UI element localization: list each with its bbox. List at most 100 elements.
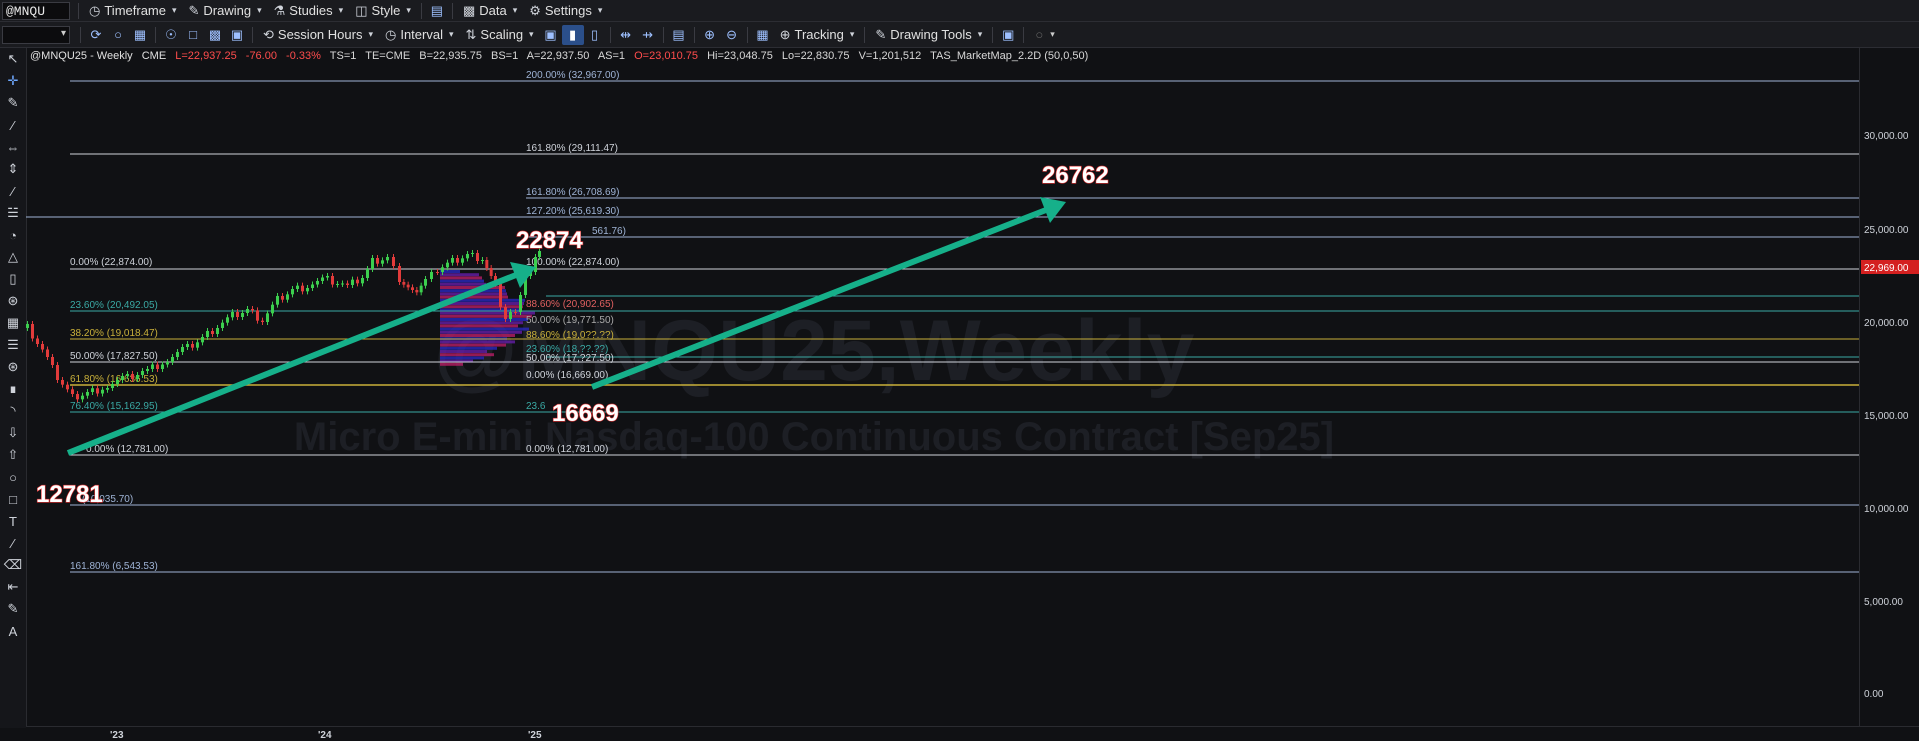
grid-icon[interactable]: ▦ [0, 312, 26, 334]
triangle-icon[interactable]: △ [0, 246, 26, 268]
chat-icon[interactable]: ○ [1028, 25, 1050, 45]
toolbar-separator [662, 26, 664, 43]
info-study: TAS_MarketMap_2.2D (50,0,50) [930, 50, 1089, 62]
candle-body [66, 384, 69, 390]
interval-button[interactable]: ◷ Interval ▾ [379, 25, 460, 45]
rectangle-icon[interactable]: □ [0, 488, 26, 510]
fib-label-0-bottom-right: 0.00% (12,781.00) [526, 444, 608, 455]
price-axis[interactable]: 30,000.00 25,000.00 20,000.00 15,000.00 … [1859, 48, 1919, 726]
spiral-icon[interactable]: ⊛ [0, 356, 26, 378]
session-hours-button[interactable]: ⟲ Session Hours ▾ [257, 25, 379, 45]
tracking-button[interactable]: ⊕ Tracking ▾ [774, 25, 861, 45]
pen-icon[interactable]: ✎ [0, 598, 26, 620]
symbol-input[interactable]: @MNQU [2, 1, 70, 20]
scaling-button[interactable]: ⇅ Scaling ▾ [460, 25, 540, 45]
volume-profile-bar [440, 273, 479, 277]
fib-label-38: 38.20% (19,018.47) [70, 328, 158, 339]
pitchfork-icon[interactable]: ∎ [0, 378, 26, 400]
candle-body [126, 374, 129, 376]
ruler-icon[interactable]: ∕ [0, 532, 26, 554]
toolbar-separator [992, 26, 994, 43]
add-chart-icon[interactable]: ▣ [997, 25, 1019, 45]
table-icon[interactable]: ▦ [752, 25, 774, 45]
volume-profile-bar [440, 305, 523, 309]
stack-icon[interactable]: ▤ [668, 25, 690, 45]
circle-icon[interactable]: ○ [0, 466, 26, 488]
settings-button[interactable]: ⚙ Settings ▾ [523, 1, 608, 21]
candle-body [514, 312, 517, 313]
cursor-link-icon[interactable]: ☉ [160, 25, 182, 45]
arrow-up-icon[interactable]: ⇧ [0, 444, 26, 466]
arc-icon[interactable]: ◝ [0, 400, 26, 422]
time-axis-label: '23 [110, 730, 124, 741]
link-icon[interactable]: ○ [107, 25, 129, 45]
lines-icon[interactable]: ☰ [0, 334, 26, 356]
fibonacci-icon[interactable]: ☱ [0, 202, 26, 224]
candle-body [451, 258, 454, 263]
candle-body [81, 395, 84, 400]
text-icon[interactable]: T [0, 510, 26, 532]
refresh-icon[interactable]: ⟳ [85, 25, 107, 45]
screenshot-icon[interactable]: ▣ [226, 25, 248, 45]
layout-icon[interactable]: ▤ [426, 1, 448, 21]
candle-body [481, 260, 484, 261]
lock-icon[interactable]: □ [182, 25, 204, 45]
candle-body [116, 380, 119, 384]
fib-circle-icon[interactable]: ◔ [0, 224, 26, 246]
info-bs: BS=1 [491, 50, 519, 62]
volume-profile-bar [440, 324, 518, 328]
candle-body [534, 257, 537, 272]
drawing-tools-button[interactable]: ✎ Drawing Tools ▾ [869, 25, 988, 45]
chevron-down-icon[interactable]: ▾ [1050, 29, 1055, 40]
candle-body [415, 290, 419, 293]
candle-body [96, 388, 99, 394]
channel-icon[interactable]: ⁄ [0, 180, 26, 202]
time-axis[interactable]: '23 '24 '25 [26, 726, 1919, 741]
session-hours-label: Session Hours [277, 27, 363, 42]
candle-body [211, 331, 214, 334]
jump-to-start-icon[interactable]: ⇤ [0, 576, 26, 598]
bars-icon[interactable]: ▯ [0, 268, 26, 290]
ohlc-style-icon[interactable]: ▯ [584, 25, 606, 45]
toolbar-separator [252, 26, 253, 43]
zoom-out-icon[interactable]: ⊖ [721, 25, 743, 45]
inner-fib-label-886-a: 88.60% (20,902.65) [526, 299, 614, 310]
timeframe-button[interactable]: ◷ Timeframe ▾ [83, 1, 183, 21]
fib-label-0-bottom-left: 0.00% (12,781.00) [86, 444, 168, 455]
volume-profile-bar [440, 327, 529, 331]
tracking-label: Tracking [794, 27, 844, 42]
expand-icon[interactable]: ⇸ [637, 25, 659, 45]
range-icon[interactable]: ⇔ [0, 136, 26, 158]
candlestick-style-icon[interactable]: ▮ [561, 24, 584, 45]
chevron-down-icon: ▾ [977, 29, 983, 39]
brush-icon[interactable]: ✎ [0, 92, 26, 114]
toolbar-separator [1023, 26, 1025, 43]
text-box-icon[interactable]: A [0, 620, 26, 642]
price-chart[interactable]: @MNQU25,Weekly Micro E-mini Nasdaq-100 C… [26, 48, 1859, 726]
candle-body [71, 389, 74, 394]
workspace-select[interactable] [2, 25, 70, 44]
arrow-down-icon[interactable]: ⇩ [0, 422, 26, 444]
data-button[interactable]: ▩ Data ▾ [457, 1, 523, 21]
vertical-range-icon[interactable]: ⇕ [0, 158, 26, 180]
eraser-icon[interactable]: ⌫ [0, 554, 26, 576]
trendline-icon[interactable]: ∕ [0, 114, 26, 136]
style-button[interactable]: ◫ Style ▾ [349, 1, 417, 21]
bar-chart-style-icon[interactable]: ▣ [540, 25, 562, 45]
candle-body [424, 279, 427, 286]
candle-body [331, 276, 334, 285]
grid-icon[interactable]: ▩ [204, 25, 226, 45]
drawing-button[interactable]: ✎ Drawing ▾ [183, 1, 268, 21]
volume-profile-bar [440, 282, 486, 286]
info-lo: Lo=22,830.75 [781, 50, 850, 62]
candle-body [411, 287, 414, 290]
history-icon: ⟲ [263, 26, 274, 42]
studies-button[interactable]: ⚗ Studies ▾ [268, 1, 350, 21]
pointer-icon[interactable]: ↖ [0, 48, 26, 70]
zoom-in-icon[interactable]: ⊕ [699, 25, 721, 45]
crosshair-icon[interactable]: ✛ [0, 70, 26, 92]
gann-icon[interactable]: ⊛ [0, 290, 26, 312]
compress-icon[interactable]: ⇹ [615, 25, 637, 45]
calendar-icon[interactable]: ▦ [129, 25, 151, 45]
studies-label: Studies [289, 3, 333, 18]
